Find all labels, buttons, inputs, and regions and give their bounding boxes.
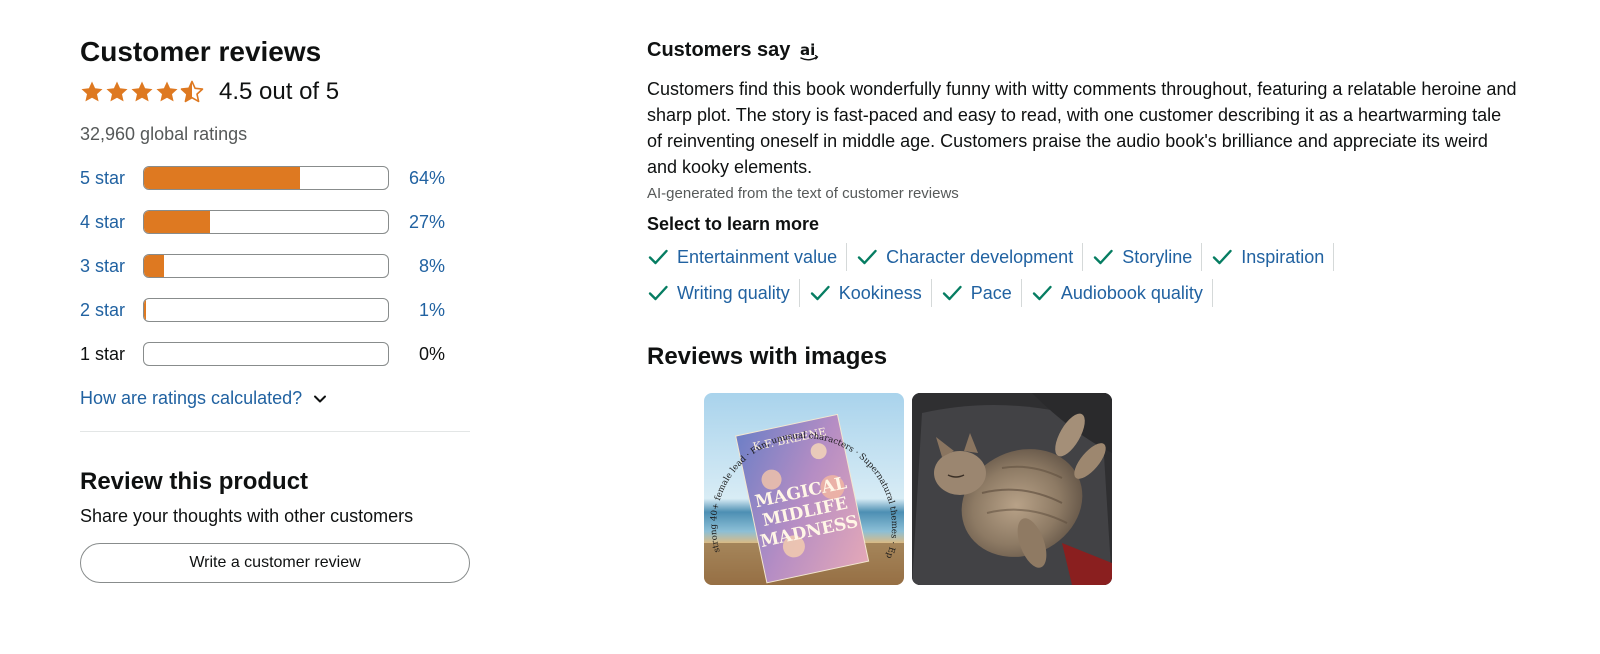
star-full-icon: [156, 81, 178, 102]
how-ratings-calculated-link[interactable]: How are ratings calculated?: [80, 388, 470, 409]
histogram-row-3-star[interactable]: 3 star 8%: [80, 244, 470, 288]
histogram-bar-fill: [144, 255, 164, 277]
aspect-writing-quality[interactable]: Writing quality: [647, 279, 800, 307]
chevron-down-icon[interactable]: [312, 391, 328, 407]
star-full-icon: [81, 81, 103, 102]
histogram-row-2-star[interactable]: 2 star 1%: [80, 288, 470, 332]
histogram-bar-fill: [144, 211, 210, 233]
check-icon: [810, 285, 830, 301]
histogram-percent[interactable]: 27%: [389, 212, 445, 233]
aspect-inspiration[interactable]: Inspiration: [1211, 243, 1335, 271]
write-review-button[interactable]: Write a customer review: [80, 543, 470, 583]
histogram-percent[interactable]: 8%: [389, 256, 445, 277]
rating-histogram: 5 star 64% 4 star 27% 3 star 8% 2 star 1…: [80, 156, 470, 376]
star-full-icon: [131, 81, 153, 102]
histogram-row-4-star[interactable]: 4 star 27%: [80, 200, 470, 244]
histogram-bar[interactable]: [143, 166, 389, 190]
customers-say-title: Customers say: [647, 38, 791, 61]
aspect-label[interactable]: Entertainment value: [677, 247, 837, 268]
select-to-learn-more-label: Select to learn more: [647, 214, 820, 234]
aspect-label[interactable]: Storyline: [1122, 247, 1192, 268]
reviews-with-images-title: Reviews with images: [647, 343, 888, 370]
aspect-label[interactable]: Writing quality: [677, 283, 790, 304]
svg-text:ai: ai: [800, 41, 815, 59]
histogram-bar: [143, 342, 389, 366]
histogram-bar[interactable]: [143, 254, 389, 278]
customers-say-panel: Customers say ai Customers find this boo…: [647, 36, 1527, 585]
histogram-bar-fill: [144, 299, 147, 321]
histogram-percent[interactable]: 64%: [389, 168, 445, 189]
customer-reviews-panel: Customer reviews 4.5 out of 5 32,960 glo…: [80, 30, 470, 583]
section-divider: [80, 431, 470, 432]
review-image-cat[interactable]: [912, 393, 1112, 585]
aspect-label[interactable]: Kookiness: [839, 283, 922, 304]
cat-photo: [912, 393, 1112, 585]
histogram-percent[interactable]: 1%: [389, 300, 445, 321]
histogram-row-1-star: 1 star 0%: [80, 332, 470, 376]
average-rating[interactable]: 4.5 out of 5: [80, 74, 470, 110]
customers-say-header: Customers say ai: [647, 36, 1527, 64]
ai-review-summary: Customers find this book wonderfully fun…: [647, 79, 1517, 177]
aspect-label[interactable]: Character development: [886, 247, 1073, 268]
aspect-label[interactable]: Inspiration: [1241, 247, 1324, 268]
aspect-kookiness[interactable]: Kookiness: [809, 279, 932, 307]
histogram-label: 1 star: [80, 343, 126, 364]
aspect-entertainment-value[interactable]: Entertainment value: [647, 243, 848, 271]
histogram-percent: 0%: [418, 343, 445, 364]
check-icon: [1094, 249, 1113, 265]
histogram-row-5-star[interactable]: 5 star 64%: [80, 156, 470, 200]
review-aspects-list: Entertainment value Character developmen…: [647, 243, 1427, 307]
histogram-bar-fill: [144, 167, 301, 189]
check-icon: [1032, 285, 1052, 301]
aspect-label[interactable]: Audiobook quality: [1061, 283, 1203, 304]
histogram-label[interactable]: 3 star: [80, 256, 143, 277]
aspect-character-development[interactable]: Character development: [856, 243, 1084, 271]
review-image-book-cover[interactable]: K.F. BREENE MAGICAL MIDLIFE MADNESS stro…: [704, 393, 904, 585]
check-icon: [648, 249, 668, 265]
aspect-label[interactable]: Pace: [971, 283, 1012, 304]
how-ratings-calculated-text[interactable]: How are ratings calculated?: [80, 388, 302, 409]
ai-icon: ai: [800, 41, 819, 61]
star-half-icon: [180, 80, 204, 103]
book-cover-photo: K.F. BREENE MAGICAL MIDLIFE MADNESS stro…: [704, 393, 904, 585]
rating-out-of-text: 4.5 out of 5: [219, 78, 340, 105]
check-icon: [1213, 249, 1232, 265]
star-full-icon: [106, 81, 128, 102]
histogram-label[interactable]: 5 star: [80, 168, 143, 189]
histogram-label[interactable]: 2 star: [80, 300, 143, 321]
histogram-label[interactable]: 4 star: [80, 212, 143, 233]
aspect-audiobook-quality[interactable]: Audiobook quality: [1031, 279, 1213, 307]
star-rating: [80, 80, 205, 104]
aspect-pace[interactable]: Pace: [941, 279, 1022, 307]
histogram-bar[interactable]: [143, 210, 389, 234]
review-product-title: Review this product: [80, 468, 309, 495]
aspect-storyline[interactable]: Storyline: [1092, 243, 1203, 271]
ai-generated-note: AI-generated from the text of customer r…: [647, 185, 959, 202]
customer-reviews-title: Customer reviews: [80, 36, 322, 67]
check-icon: [942, 285, 962, 301]
histogram-bar[interactable]: [143, 298, 389, 322]
review-image-gallery: K.F. BREENE MAGICAL MIDLIFE MADNESS stro…: [704, 393, 1527, 585]
check-icon: [857, 249, 877, 265]
review-product-subtitle: Share your thoughts with other customers: [80, 506, 414, 526]
global-ratings-count: 32,960 global ratings: [80, 124, 248, 144]
check-icon: [648, 285, 668, 301]
